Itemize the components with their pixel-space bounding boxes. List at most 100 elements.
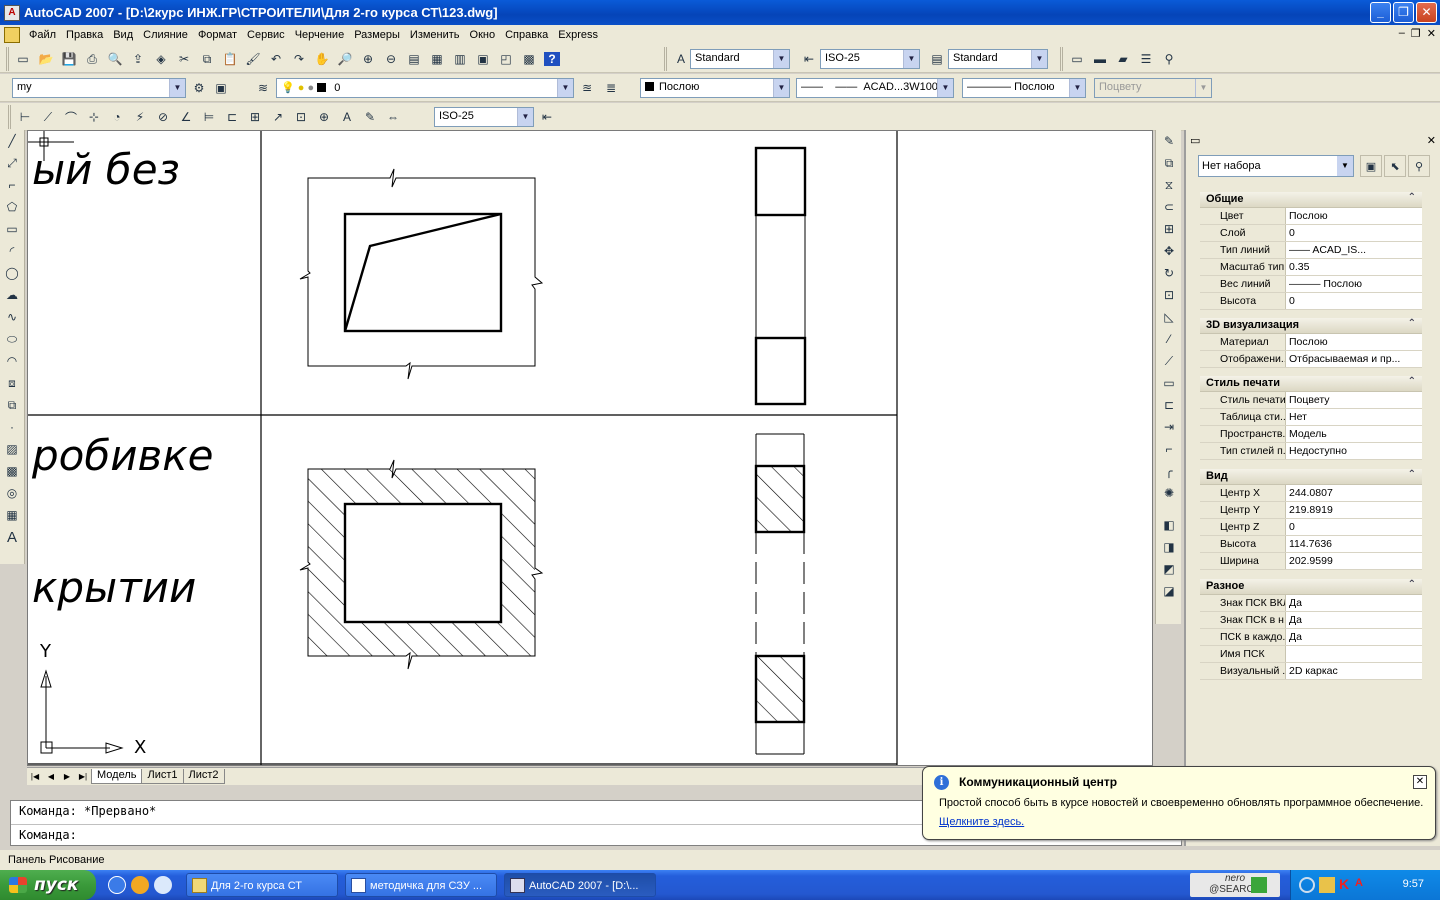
redo-icon[interactable]: ↷ <box>288 48 310 70</box>
sheet-icon-2[interactable]: ▬ <box>1089 48 1111 70</box>
tab-next-icon[interactable]: ▶ <box>59 772 75 781</box>
circle-icon[interactable]: ◯ <box>1 262 23 284</box>
print-icon[interactable]: ⎙ <box>81 48 103 70</box>
hatch-icon[interactable]: ▨ <box>1 438 23 460</box>
make-block-icon[interactable]: ⧉ <box>1 394 23 416</box>
trim-icon[interactable]: ⁄ <box>1158 328 1180 350</box>
spline-icon[interactable]: ∿ <box>1 306 23 328</box>
chamfer-icon[interactable]: ⌐ <box>1158 438 1180 460</box>
property-row[interactable]: Тип линий —— ACAD_IS... <box>1200 242 1422 259</box>
fillet-icon[interactable]: ╭ <box>1158 460 1180 482</box>
rectangle-icon[interactable]: ▭ <box>1 218 23 240</box>
document-icon[interactable] <box>4 27 20 43</box>
color-select[interactable]: Послою ▼ <box>640 78 790 98</box>
extend-icon[interactable]: ⟋ <box>1158 350 1180 372</box>
dim-text-edit-icon[interactable]: ✎ <box>359 106 381 128</box>
property-row[interactable]: Визуальный ... 2D каркас <box>1200 663 1422 680</box>
property-row[interactable]: Цвет Послою <box>1200 208 1422 225</box>
property-value[interactable]: 0 <box>1286 519 1422 535</box>
tray-app-icon[interactable]: A <box>1355 877 1363 889</box>
zoom-previous-icon[interactable]: ⊖ <box>380 48 402 70</box>
collapse-icon[interactable]: ⌃ <box>1408 192 1416 203</box>
palette-close-icon[interactable]: ✕ <box>1427 134 1436 147</box>
property-value[interactable]: 114.7636 <box>1286 536 1422 552</box>
layer-manager-icon[interactable]: ≋ <box>252 77 274 99</box>
scale-icon[interactable]: ⊡ <box>1158 284 1180 306</box>
dim-style-select[interactable]: ISO-25 ▼ <box>820 49 920 69</box>
save-icon[interactable]: 💾 <box>58 48 80 70</box>
restore-button[interactable]: ❐ <box>1393 2 1414 23</box>
text-style-icon[interactable]: A <box>670 48 692 70</box>
menu-express[interactable]: Express <box>553 29 603 41</box>
property-value[interactable]: Модель <box>1286 426 1422 442</box>
communication-center-balloon[interactable]: i Коммуникационный центр ✕ Простой спосо… <box>922 766 1436 840</box>
property-row[interactable]: Масштаб тип... 0.35 <box>1200 259 1422 276</box>
properties-icon[interactable]: ▤ <box>403 48 425 70</box>
layer-previous-icon[interactable]: ≣ <box>600 77 622 99</box>
tray-expand-icon[interactable] <box>1299 877 1315 893</box>
property-value[interactable]: 219.8919 <box>1286 502 1422 518</box>
tab-layout1[interactable]: Лист1 <box>141 769 184 784</box>
dim-style-manager-icon[interactable]: ⇤ <box>536 106 558 128</box>
start-button[interactable]: пуск <box>0 870 96 900</box>
property-value[interactable]: —— ACAD_IS... <box>1286 242 1422 258</box>
ellipse-icon[interactable]: ⬭ <box>1 328 23 350</box>
palette-autohide-icon[interactable]: ▭ <box>1190 134 1200 147</box>
property-row[interactable]: Пространств... Модель <box>1200 426 1422 443</box>
tray-network-icon[interactable] <box>1319 877 1335 893</box>
property-value[interactable]: 2D каркас <box>1286 663 1422 679</box>
property-section-header[interactable]: Общие ⌃ <box>1200 192 1422 208</box>
doc-minimize-icon[interactable]: – <box>1399 27 1405 40</box>
property-row[interactable]: Вес линий ——— Послою <box>1200 276 1422 293</box>
toggle-pickadd-icon[interactable]: ▣ <box>1360 155 1382 177</box>
quick-select-icon[interactable]: ⚲ <box>1408 155 1430 177</box>
doc-close-icon[interactable]: ✕ <box>1427 27 1436 40</box>
property-row[interactable]: Отображени... Отбрасываемая и пр... <box>1200 351 1422 368</box>
table-icon[interactable]: ▦ <box>1 504 23 526</box>
drawing-area[interactable]: ый без робивке крытии Y X <box>27 130 1153 766</box>
property-row[interactable]: Высота 114.7636 <box>1200 536 1422 553</box>
new-file-icon[interactable]: ▭ <box>12 48 34 70</box>
polyline-icon[interactable]: ⌐ <box>1 174 23 196</box>
property-row[interactable]: Таблица сти... Нет <box>1200 409 1422 426</box>
explode-icon[interactable]: ✺ <box>1158 482 1180 504</box>
lineweight-select[interactable]: ———— Послою ▼ <box>962 78 1086 98</box>
3d-dwf-icon[interactable]: ◈ <box>150 48 172 70</box>
tab-prev-icon[interactable]: ◀ <box>43 772 59 781</box>
property-row[interactable]: Материал Послою <box>1200 334 1422 351</box>
table-style-icon[interactable]: ▤ <box>926 48 948 70</box>
sheet-icon-5[interactable]: ⚲ <box>1158 48 1180 70</box>
sheet-icon-3[interactable]: ▰ <box>1112 48 1134 70</box>
menu-format[interactable]: Формат <box>193 29 242 41</box>
markup-icon[interactable]: ◰ <box>495 48 517 70</box>
quick-leader-icon[interactable]: ↗ <box>267 106 289 128</box>
dim-update-icon[interactable]: ⇔ <box>382 106 404 128</box>
dim-edit-icon[interactable]: A <box>336 106 358 128</box>
polygon-icon[interactable]: ⬠ <box>1 196 23 218</box>
workspace-settings-icon[interactable]: ⚙ <box>188 77 210 99</box>
match-properties-icon[interactable]: 🖌 <box>242 48 264 70</box>
property-value[interactable]: Да <box>1286 629 1422 645</box>
jogged-dim-icon[interactable]: ⚡ <box>129 106 151 128</box>
draw-order-back-icon[interactable]: ◨ <box>1158 536 1180 558</box>
rotate-icon[interactable]: ↻ <box>1158 262 1180 284</box>
taskbar-item-word[interactable]: методичка для СЗУ ... <box>345 873 497 897</box>
multiline-text-icon[interactable]: A <box>1 526 23 548</box>
help-icon[interactable]: ? <box>541 48 563 70</box>
sheet-icon-4[interactable]: ☰ <box>1135 48 1157 70</box>
aligned-dim-icon[interactable]: ⟋ <box>37 106 59 128</box>
menu-help[interactable]: Справка <box>500 29 553 41</box>
region-icon[interactable]: ◎ <box>1 482 23 504</box>
property-value[interactable]: Отбрасываемая и пр... <box>1286 351 1422 367</box>
revision-cloud-icon[interactable]: ☁ <box>1 284 23 306</box>
linetype-select[interactable]: —— —— ACAD...3W100 ▼ <box>796 78 954 98</box>
property-value[interactable]: Нет <box>1286 409 1422 425</box>
publish-icon[interactable]: ⇪ <box>127 48 149 70</box>
menu-draw[interactable]: Черчение <box>290 29 350 41</box>
zoom-window-icon[interactable]: ⊕ <box>357 48 379 70</box>
table-style-select[interactable]: Standard ▼ <box>948 49 1048 69</box>
tab-layout2[interactable]: Лист2 <box>182 769 225 784</box>
property-value[interactable]: Недоступно <box>1286 443 1422 459</box>
property-value[interactable]: 202.9599 <box>1286 553 1422 569</box>
taskbar-item-folder[interactable]: Для 2-го курса СТ <box>186 873 338 897</box>
